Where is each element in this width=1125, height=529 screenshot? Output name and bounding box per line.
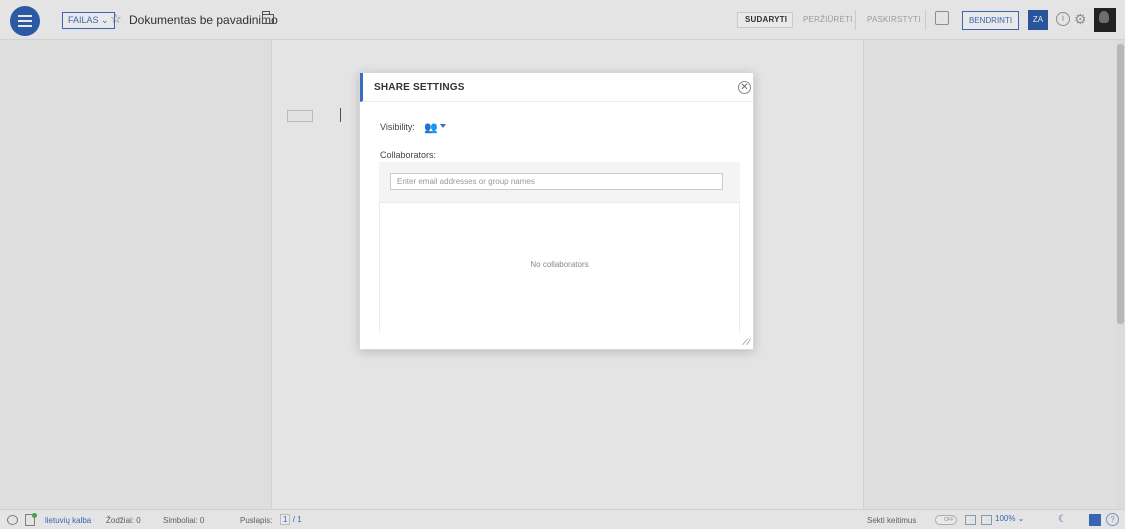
collaborators-label: Collaborators: — [380, 150, 437, 160]
dialog-title: SHARE SETTINGS — [374, 82, 465, 93]
collaborator-search-input[interactable] — [390, 173, 723, 190]
empty-state-message: No collaborators — [530, 260, 589, 269]
visibility-label: Visibility: — [380, 122, 415, 132]
group-icon[interactable]: 👥 — [424, 121, 438, 134]
share-settings-dialog: SHARE SETTINGS ✕ Visibility: 👥 Collabora… — [359, 72, 754, 350]
resize-handle-icon[interactable]: ⟋⁄ — [742, 337, 750, 348]
collaborators-list: No collaborators — [379, 202, 740, 332]
chevron-down-icon[interactable] — [440, 124, 446, 128]
collaborator-search-area — [379, 162, 740, 202]
close-icon[interactable]: ✕ — [738, 81, 751, 94]
dialog-header: SHARE SETTINGS ✕ — [360, 73, 753, 102]
